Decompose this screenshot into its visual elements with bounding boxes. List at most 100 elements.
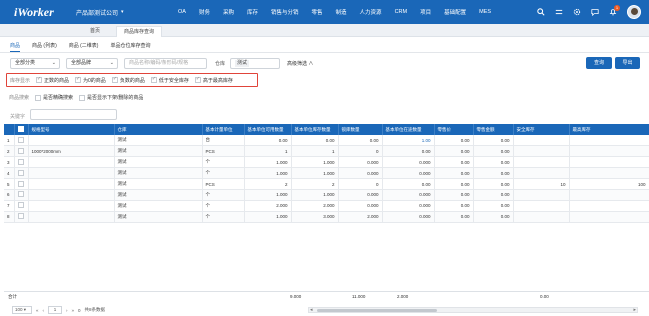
row-checkbox[interactable]	[18, 169, 24, 176]
company-switcher[interactable]: 产品部测试公司 ▾	[76, 8, 124, 17]
row-select[interactable]	[14, 178, 29, 190]
scrollbar-thumb[interactable]	[317, 309, 437, 312]
row-select[interactable]	[14, 211, 29, 223]
table-row[interactable]: 5 测试 PCS 2 2 0 0.00 0.00 0.00 10 100	[4, 178, 649, 190]
horizontal-scrollbar[interactable]: ◂ ▸	[308, 307, 638, 313]
nav-item-manufacturing[interactable]: 制造	[336, 8, 347, 16]
checkbox[interactable]	[36, 76, 43, 83]
table-row[interactable]: 6 测试个 1.000 1.000 0.000 0.000 0.00 0.00	[4, 189, 649, 201]
row-select[interactable]	[14, 167, 29, 180]
chk-above-max[interactable]: 高于最高库存	[194, 76, 233, 84]
checkbox[interactable]	[194, 76, 201, 83]
avatar[interactable]	[627, 5, 641, 19]
row-checkbox[interactable]	[18, 213, 24, 220]
col-header[interactable]: 基本计量单位	[202, 124, 245, 135]
chk-show-removed[interactable]: 是否显示下架/删除的商品	[79, 94, 143, 101]
chk-exact-search[interactable]: 是否精确搜索	[35, 94, 73, 101]
nav-item-oa[interactable]: OA	[178, 9, 186, 15]
nav-item-inventory[interactable]: 库存	[247, 8, 258, 16]
checkbox[interactable]	[75, 76, 82, 83]
col-header[interactable]: 锁库数量	[338, 124, 383, 135]
nav-item-finance[interactable]: 财务	[199, 8, 210, 16]
chk-below-safety[interactable]: 低于安全库存	[150, 76, 189, 84]
export-button[interactable]: 导出	[615, 57, 640, 69]
tab-stock-query[interactable]: 商品库存查询	[116, 26, 162, 37]
chk-zero[interactable]: 为0的商品	[75, 76, 106, 84]
col-select[interactable]	[14, 124, 29, 135]
table-row[interactable]: 2 1000*2000mm 测试 PCS 1 1 0 0.00 0.00 0.00	[4, 145, 649, 158]
table-row[interactable]: 1 测试台 0.00 0.00 0.00 1.00 0.00 0.00	[4, 135, 649, 147]
nav-item-sales[interactable]: 销售与分销	[271, 8, 299, 16]
nav-item-purchase[interactable]: 采购	[223, 8, 234, 16]
row-select[interactable]	[14, 135, 29, 147]
table-row[interactable]: 7 测试个 2.000 2.000 0.000 0.000 0.00 0.00	[4, 200, 649, 212]
table-cell	[569, 200, 649, 212]
nav-item-retail[interactable]: 零售	[312, 8, 323, 16]
prev-page-button[interactable]: ‹	[43, 308, 45, 313]
row-select[interactable]	[14, 156, 29, 169]
table-row[interactable]: 4 测试个 1.000 1.000 0.000 0.000 0.00 0.00	[4, 167, 649, 180]
bell-icon[interactable]: 1	[609, 5, 620, 16]
next-page-button[interactable]: ›	[66, 308, 68, 313]
category-select[interactable]: 全部分类 ⌄	[10, 58, 60, 69]
chk-positive[interactable]: 正数的商品	[36, 76, 69, 84]
total-pages: 0	[78, 307, 81, 313]
subtab-location-stock[interactable]: 单品仓位库存查询	[110, 42, 150, 52]
col-header[interactable]: 基本单位库存数量	[291, 124, 339, 135]
scroll-right-icon[interactable]: ▸	[633, 307, 636, 313]
subtab-product-matrix[interactable]: 商品 (二维表)	[69, 42, 99, 52]
row-checkbox[interactable]	[18, 158, 24, 165]
row-select[interactable]	[14, 200, 29, 212]
subtab-product-list[interactable]: 商品 (列表)	[32, 42, 57, 52]
query-button[interactable]: 查询	[586, 57, 612, 69]
row-checkbox[interactable]	[18, 202, 24, 209]
nav-item-basic-config[interactable]: 基础配置	[444, 8, 466, 16]
nav-item-hr[interactable]: 人力资源	[360, 8, 382, 16]
menu-icon[interactable]	[555, 8, 563, 16]
checkbox[interactable]	[79, 94, 86, 101]
scroll-left-icon[interactable]: ◂	[310, 307, 313, 313]
col-header[interactable]: 安全库存	[513, 124, 570, 135]
gear-icon[interactable]	[573, 8, 581, 16]
chat-icon[interactable]	[591, 8, 599, 16]
app-logo[interactable]: iWorker	[14, 5, 66, 20]
checkbox[interactable]	[150, 76, 157, 83]
warehouse-tag[interactable]: 测试	[235, 60, 250, 67]
last-page-button[interactable]: »	[72, 308, 75, 313]
brand-select[interactable]: 全部品牌 ⌄	[66, 58, 118, 69]
warehouse-select[interactable]: 测试	[230, 58, 280, 69]
col-header[interactable]: 最高库存	[569, 124, 649, 135]
col-header[interactable]: 规格型号	[28, 124, 115, 135]
col-header[interactable]: 零售金额	[473, 124, 514, 135]
search-icon[interactable]	[537, 8, 545, 16]
brand-value: 全部品牌	[71, 60, 92, 66]
row-select[interactable]	[14, 145, 29, 158]
tab-home[interactable]: 首页	[78, 26, 112, 37]
checkbox[interactable]	[111, 76, 118, 83]
row-checkbox[interactable]	[18, 191, 24, 198]
nav-item-crm[interactable]: CRM	[395, 9, 408, 15]
col-header[interactable]: 基本单位在途数量	[382, 124, 435, 135]
search-input[interactable]: 商品名称/编码/条形码/规格	[124, 58, 207, 69]
table-row[interactable]: 3 测试个 1.000 1.000 0.000 0.000 0.00 0.00	[4, 156, 649, 169]
chk-negative[interactable]: 负数的商品	[111, 76, 145, 84]
row-checkbox[interactable]	[18, 136, 24, 143]
col-header[interactable]: 基本单位可用数量	[244, 124, 292, 135]
select-all-checkbox[interactable]	[17, 126, 24, 132]
page-size-select[interactable]: 100 ▾	[12, 306, 32, 314]
nav-item-project[interactable]: 项目	[420, 8, 431, 16]
advanced-filter-toggle[interactable]: 高级筛选 ∧	[287, 60, 313, 67]
row-select[interactable]	[14, 189, 29, 201]
col-header[interactable]: 零售价	[434, 124, 474, 135]
first-page-button[interactable]: «	[36, 308, 39, 313]
nav-item-mes[interactable]: MES	[479, 9, 491, 15]
table-row[interactable]: 8 测试个 1.000 3.000 2.000 0.000 0.00 0.00	[4, 211, 649, 223]
col-header[interactable]: 仓库	[114, 124, 203, 135]
row-checkbox[interactable]	[18, 180, 24, 187]
checkbox[interactable]	[35, 94, 42, 101]
row-checkbox[interactable]	[18, 147, 24, 154]
page-input[interactable]: 1	[48, 306, 63, 314]
keyword-input[interactable]	[30, 109, 117, 120]
stock-table: 规格型号 仓库 基本计量单位 基本单位可用数量 基本单位库存数量 锁库数量 基本…	[4, 124, 649, 223]
subtab-product[interactable]: 商品	[10, 42, 21, 52]
